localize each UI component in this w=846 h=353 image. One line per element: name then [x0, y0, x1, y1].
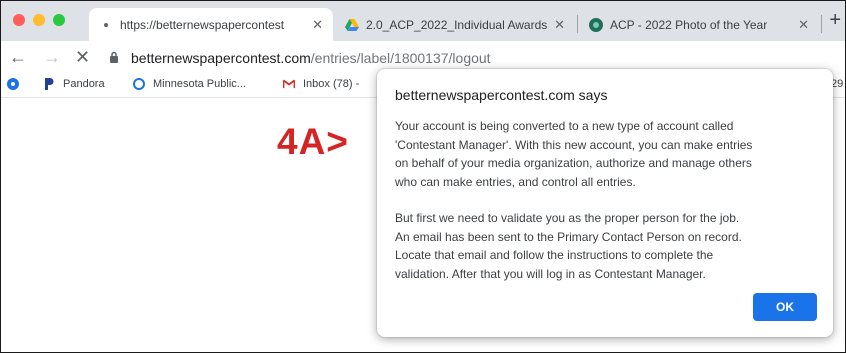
- dialog-line: 'Contestant Manager'. With this new acco…: [395, 137, 753, 152]
- bookmark-minnesota-public[interactable]: Minnesota Public...: [133, 78, 246, 90]
- browser-window: https://betternewspapercontest ✕ 2.0_ACP…: [0, 0, 846, 353]
- bookmark-apps[interactable]: [7, 78, 27, 90]
- tab-acp-photo-of-the-year[interactable]: ACP - 2022 Photo of the Year ✕: [579, 8, 819, 41]
- dialog-line: on behalf of your media organization, au…: [395, 156, 752, 170]
- tab-separator: [577, 15, 578, 33]
- mpr-icon: [133, 78, 145, 90]
- dialog-line: An email has been sent to the Primary Co…: [395, 229, 742, 244]
- tab-strip: https://betternewspapercontest ✕ 2.0_ACP…: [1, 1, 845, 41]
- pandora-icon: [43, 78, 55, 90]
- bookmark-label: Pandora: [63, 78, 105, 90]
- tab-betternewspapercontest[interactable]: https://betternewspapercontest ✕: [89, 8, 333, 41]
- annotation-label: 4A>: [277, 121, 349, 162]
- loading-dot-icon: [99, 18, 113, 32]
- acp-logo-icon: [589, 17, 603, 32]
- close-tab-icon[interactable]: ✕: [798, 17, 809, 33]
- close-tab-icon[interactable]: ✕: [312, 17, 323, 33]
- address-bar[interactable]: betternewspapercontest.com/entries/label…: [109, 47, 491, 69]
- bookmark-pandora[interactable]: Pandora: [43, 78, 105, 90]
- dialog-line: validation. After that you will log in a…: [395, 266, 706, 281]
- bookmark-inbox[interactable]: Inbox (78) -: [283, 78, 359, 90]
- google-drive-icon: [345, 18, 359, 32]
- window-controls: [13, 14, 65, 26]
- dialog-message: Your account is being converted to a new…: [395, 117, 815, 283]
- ok-button[interactable]: OK: [753, 293, 817, 321]
- dialog-paragraph: Your account is being converted to a new…: [395, 117, 815, 191]
- alert-dialog: betternewspapercontest.com says Your acc…: [377, 69, 833, 337]
- tab-separator: [821, 15, 822, 33]
- dialog-title: betternewspapercontest.com says: [395, 87, 608, 103]
- tab-title: 2.0_ACP_2022_Individual Awards: [366, 17, 548, 32]
- dialog-line: Your account is being converted to a new…: [395, 119, 734, 133]
- stop-loading-icon[interactable]: ✕: [75, 48, 90, 66]
- url-path: /entries/label/1800137/logout: [310, 50, 491, 66]
- close-tab-icon[interactable]: ✕: [554, 17, 565, 33]
- dialog-line: But first we need to validate you as the…: [395, 211, 740, 225]
- bookmark-label: Inbox (78) -: [303, 78, 360, 90]
- gmail-icon: [283, 78, 295, 90]
- dialog-line: Locate that email and follow the instruc…: [395, 248, 714, 262]
- tab-title: https://betternewspapercontest: [120, 17, 285, 32]
- tab-title: ACP - 2022 Photo of the Year: [610, 17, 768, 32]
- tab-acp-individual-awards[interactable]: 2.0_ACP_2022_Individual Awards ✕: [335, 8, 575, 41]
- url-host: betternewspapercontest.com: [131, 50, 311, 66]
- bookmark-label: Minnesota Public...: [153, 78, 246, 90]
- lock-icon[interactable]: [109, 50, 119, 66]
- apps-icon: [7, 78, 19, 90]
- new-tab-icon[interactable]: +: [829, 9, 841, 32]
- minimize-window-button[interactable]: [33, 14, 45, 26]
- dialog-paragraph: But first we need to validate you as the…: [395, 209, 815, 283]
- dialog-line: who can make entries, and control all en…: [395, 174, 636, 189]
- back-icon[interactable]: ←: [9, 48, 27, 66]
- forward-icon[interactable]: →: [43, 48, 61, 66]
- close-window-button[interactable]: [13, 14, 25, 26]
- maximize-window-button[interactable]: [53, 14, 65, 26]
